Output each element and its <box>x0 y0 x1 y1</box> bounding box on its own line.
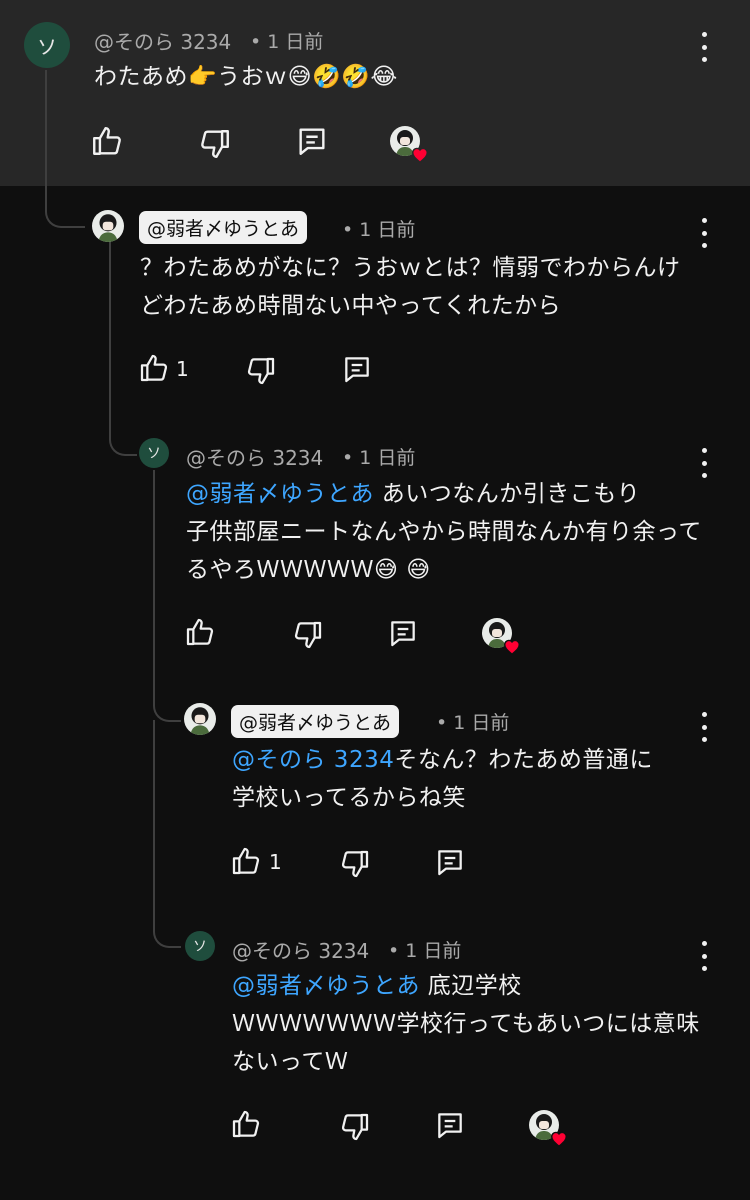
comment-time: • 1 日前 <box>342 447 416 469</box>
comment-text: @そのら 3234そなん？わたあめ普通に学校いってるからね笑 <box>232 741 702 817</box>
thread-line <box>153 470 155 674</box>
mention-link[interactable]: @そのら 3234 <box>232 747 394 773</box>
avatar-image <box>190 707 210 735</box>
creator-heart <box>482 618 521 655</box>
thumbs-up-icon[interactable] <box>184 616 216 648</box>
comment-text-rest: 子供部屋ニートなんやから時間なんか有り余ってるやろＷＷＷＷＷ😅 😅 <box>186 519 702 583</box>
avatar[interactable]: ソ <box>24 22 70 68</box>
comment-time: • 1 日前 <box>250 31 324 53</box>
like-count: 1 <box>176 357 189 381</box>
avatar[interactable]: ソ <box>185 931 215 961</box>
thumbs-down-icon[interactable] <box>198 127 232 161</box>
thumbs-up-icon[interactable] <box>230 845 262 877</box>
comment-author-chip[interactable]: @弱者〆ゆうとあ <box>231 705 400 738</box>
avatar-letter: ソ <box>193 939 207 955</box>
comment-text-line: 底辺学校 <box>420 973 522 999</box>
thumbs-down-icon[interactable] <box>339 1111 371 1143</box>
thumbs-up-icon[interactable] <box>230 1108 262 1140</box>
thread-connector <box>45 70 85 228</box>
reply-icon[interactable] <box>341 353 373 385</box>
avatar-letter: ソ <box>37 34 57 59</box>
comment-text-line: そなん？わたあめ普通に <box>394 747 653 773</box>
comment-time: • 1 日前 <box>388 940 462 962</box>
avatar-image <box>98 214 118 242</box>
creator-heart-icon <box>411 147 429 163</box>
thread-connector <box>109 240 137 456</box>
avatar[interactable] <box>184 703 216 735</box>
more-options-button[interactable] <box>700 448 708 478</box>
comment-text-line: あいつなんか引きこもり <box>374 481 641 507</box>
comment-author[interactable]: @そのら 3234 <box>232 935 369 964</box>
comment-time: • 1 日前 <box>436 712 510 734</box>
comment-text: @弱者〆ゆうとあ あいつなんか引きこもり子供部屋ニートなんやから時間なんか有り余… <box>186 475 702 589</box>
reply-icon[interactable] <box>387 617 419 649</box>
thumbs-up-icon[interactable] <box>138 352 170 384</box>
comment-text: ？わたあめがなに？うおｗとは？情弱でわからんけどわたあめ時間ない中やってくれたか… <box>140 255 681 319</box>
creator-heart-icon <box>550 1131 568 1147</box>
reply-icon[interactable] <box>434 846 466 878</box>
comment-time: • 1 日前 <box>342 219 416 241</box>
creator-heart <box>390 126 429 163</box>
more-options-button[interactable] <box>700 32 708 62</box>
avatar[interactable] <box>92 210 124 242</box>
thread-connector <box>153 720 181 948</box>
creator-heart-icon <box>503 639 521 655</box>
more-options-button[interactable] <box>700 712 708 742</box>
reply-icon[interactable] <box>434 1109 466 1141</box>
comment-text: わたあめ👉うおｗ😅🤣🤣😂 <box>94 64 398 90</box>
thumbs-down-icon[interactable] <box>339 848 371 880</box>
avatar-letter: ソ <box>147 446 161 462</box>
comment-text: @弱者〆ゆうとあ 底辺学校 ＷＷＷＷＷＷＷ学校行ってもあいつには意味ないってＷ <box>232 967 702 1081</box>
thread-connector <box>153 674 181 722</box>
mention-link[interactable]: @弱者〆ゆうとあ <box>232 973 420 999</box>
comment-author[interactable]: @そのら 3234 <box>94 26 231 55</box>
comment-text-rest: ＷＷＷＷＷＷＷ学校行ってもあいつには意味ないってＷ <box>232 1011 700 1075</box>
thumbs-down-icon[interactable] <box>292 619 324 651</box>
more-options-button[interactable] <box>700 218 708 248</box>
mention-link[interactable]: @弱者〆ゆうとあ <box>186 481 374 507</box>
thumbs-up-icon[interactable] <box>90 124 124 158</box>
like-count: 1 <box>269 850 282 874</box>
avatar[interactable]: ソ <box>139 438 169 468</box>
reply-icon[interactable] <box>295 124 329 158</box>
thumbs-down-icon[interactable] <box>245 355 277 387</box>
comment-author-chip[interactable]: @弱者〆ゆうとあ <box>139 211 308 244</box>
creator-heart <box>529 1110 568 1147</box>
comment-author[interactable]: @そのら 3234 <box>186 442 323 471</box>
comment-text-rest: 学校いってるからね笑 <box>232 785 466 811</box>
